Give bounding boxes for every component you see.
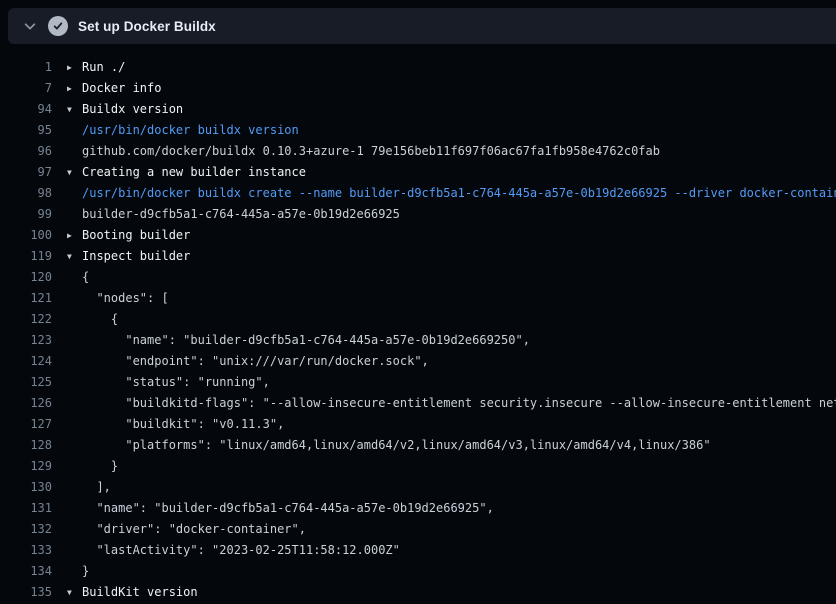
log-group-row[interactable]: 97▼Creating a new builder instance <box>0 162 836 183</box>
line-number-link[interactable]: 100 <box>0 225 52 246</box>
output-text: "endpoint": "unix:///var/run/docker.sock… <box>82 351 429 372</box>
log-row: 98/usr/bin/docker buildx create --name b… <box>0 183 836 204</box>
log-row: 99 builder-d9cfb5a1-c764-445a-a57e-0b19d2… <box>0 204 836 225</box>
check-circle-icon <box>48 16 68 36</box>
output-text: builder-d9cfb5a1-c764-445a-a57e-0b19d2e6… <box>82 204 400 225</box>
log-row: 127 "buildkit": "v0.11.3", <box>0 414 836 435</box>
output-text: } <box>82 561 89 582</box>
log-group-row[interactable]: 7▶Docker info <box>0 78 836 99</box>
log-row: 120 { <box>0 267 836 288</box>
output-text: "buildkit": "v0.11.3", <box>82 414 284 435</box>
line-number-link[interactable]: 98 <box>0 183 52 204</box>
command-text: /usr/bin/docker buildx create --name bui… <box>82 183 836 204</box>
command-text: /usr/bin/docker buildx version <box>82 120 299 141</box>
log-row: 123 "name": "builder-d9cfb5a1-c764-445a-… <box>0 330 836 351</box>
line-number-link[interactable]: 135 <box>0 582 52 603</box>
line-number-link[interactable]: 124 <box>0 351 52 372</box>
group-expanded-triangle-icon[interactable]: ▼ <box>52 162 82 183</box>
output-text: "name": "builder-d9cfb5a1-c764-445a-a57e… <box>82 330 530 351</box>
output-text: github.com/docker/buildx 0.10.3+azure-1 … <box>82 141 660 162</box>
line-number-link[interactable]: 120 <box>0 267 52 288</box>
output-text: ], <box>82 477 111 498</box>
output-text: "platforms": "linux/amd64,linux/amd64/v2… <box>82 435 711 456</box>
log-group-row[interactable]: 135▼BuildKit version <box>0 582 836 603</box>
group-title: Inspect builder <box>82 246 190 267</box>
output-text: { <box>82 267 89 288</box>
output-text: "buildkitd-flags": "--allow-insecure-ent… <box>82 393 836 414</box>
group-title: Buildx version <box>82 99 183 120</box>
group-title: Booting builder <box>82 225 190 246</box>
output-text: "status": "running", <box>82 372 270 393</box>
line-number-link[interactable]: 1 <box>0 57 52 78</box>
line-number-link[interactable]: 96 <box>0 141 52 162</box>
line-number-link[interactable]: 95 <box>0 120 52 141</box>
line-number-link[interactable]: 7 <box>0 78 52 99</box>
line-number-link[interactable]: 127 <box>0 414 52 435</box>
group-collapsed-triangle-icon[interactable]: ▶ <box>52 78 82 99</box>
log-row: 134} <box>0 561 836 582</box>
log-group-row[interactable]: 1▶Run ./ <box>0 57 836 78</box>
log-row: 122 { <box>0 309 836 330</box>
log-row: 121 "nodes": [ <box>0 288 836 309</box>
line-number-link[interactable]: 130 <box>0 477 52 498</box>
line-number-link[interactable]: 122 <box>0 309 52 330</box>
log-row: 124 "endpoint": "unix:///var/run/docker.… <box>0 351 836 372</box>
log-group-row[interactable]: 100▶Booting builder <box>0 225 836 246</box>
log-row: 125 "status": "running", <box>0 372 836 393</box>
log-area: 1▶Run ./7▶Docker info94▼Buildx version95… <box>0 44 836 604</box>
output-text: { <box>82 309 118 330</box>
chevron-down-icon[interactable] <box>22 18 38 34</box>
line-number-link[interactable]: 97 <box>0 162 52 183</box>
group-collapsed-triangle-icon[interactable]: ▶ <box>52 225 82 246</box>
line-number-link[interactable]: 133 <box>0 540 52 561</box>
step-title: Set up Docker Buildx <box>78 19 216 34</box>
output-text: "lastActivity": "2023-02-25T11:58:12.000… <box>82 540 400 561</box>
line-number-link[interactable]: 129 <box>0 456 52 477</box>
output-text: "driver": "docker-container", <box>82 519 306 540</box>
log-row: 129 } <box>0 456 836 477</box>
line-number-link[interactable]: 125 <box>0 372 52 393</box>
log-row: 126 "buildkitd-flags": "--allow-insecure… <box>0 393 836 414</box>
log-row: 132 "driver": "docker-container", <box>0 519 836 540</box>
line-number-link[interactable]: 99 <box>0 204 52 225</box>
log-row: 133 "lastActivity": "2023-02-25T11:58:12… <box>0 540 836 561</box>
line-number-link[interactable]: 132 <box>0 519 52 540</box>
line-number-link[interactable]: 128 <box>0 435 52 456</box>
log-group-row[interactable]: 94▼Buildx version <box>0 99 836 120</box>
log-row: 96 github.com/docker/buildx 0.10.3+azure-… <box>0 141 836 162</box>
group-expanded-triangle-icon[interactable]: ▼ <box>52 99 82 120</box>
line-number-link[interactable]: 123 <box>0 330 52 351</box>
log-row: 130 ], <box>0 477 836 498</box>
step-header-set-up-docker-buildx[interactable]: Set up Docker Buildx <box>8 8 836 44</box>
group-title: Creating a new builder instance <box>82 162 306 183</box>
line-number-link[interactable]: 121 <box>0 288 52 309</box>
group-title: BuildKit version <box>82 582 198 603</box>
log-group-row[interactable]: 119▼Inspect builder <box>0 246 836 267</box>
group-expanded-triangle-icon[interactable]: ▼ <box>52 246 82 267</box>
log-row: 95/usr/bin/docker buildx version <box>0 120 836 141</box>
output-text: "nodes": [ <box>82 288 169 309</box>
line-number-link[interactable]: 126 <box>0 393 52 414</box>
line-number-link[interactable]: 134 <box>0 561 52 582</box>
output-text: "name": "builder-d9cfb5a1-c764-445a-a57e… <box>82 498 494 519</box>
group-title: Run ./ <box>82 57 125 78</box>
line-number-link[interactable]: 131 <box>0 498 52 519</box>
output-text: } <box>82 456 118 477</box>
group-collapsed-triangle-icon[interactable]: ▶ <box>52 57 82 78</box>
group-title: Docker info <box>82 78 161 99</box>
log-row: 128 "platforms": "linux/amd64,linux/amd6… <box>0 435 836 456</box>
group-expanded-triangle-icon[interactable]: ▼ <box>52 582 82 603</box>
line-number-link[interactable]: 94 <box>0 99 52 120</box>
log-row: 131 "name": "builder-d9cfb5a1-c764-445a-… <box>0 498 836 519</box>
line-number-link[interactable]: 119 <box>0 246 52 267</box>
